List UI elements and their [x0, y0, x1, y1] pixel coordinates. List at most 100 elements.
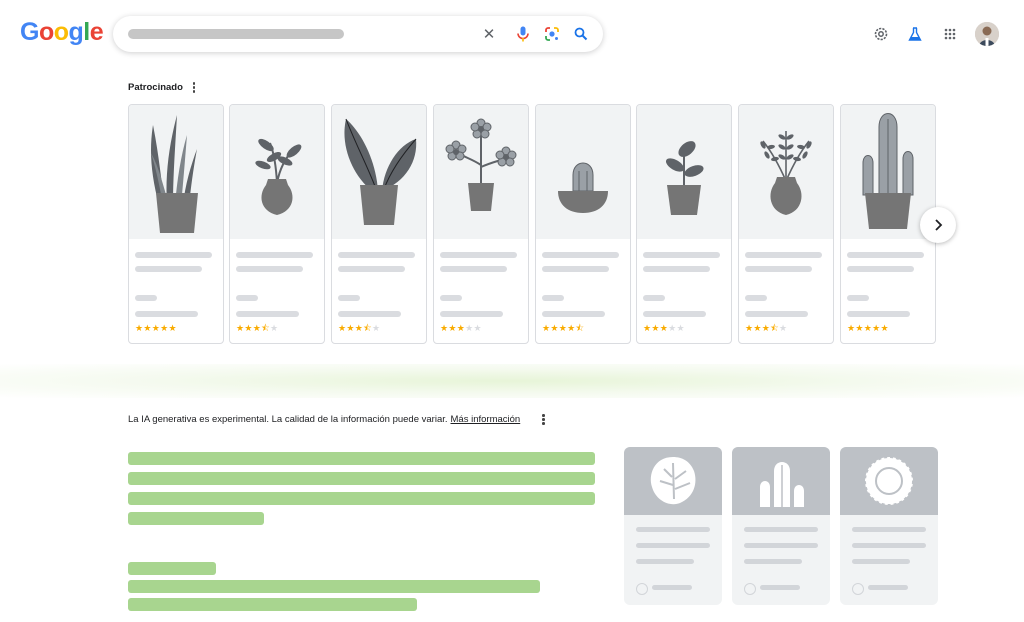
ai-source-card[interactable]	[840, 447, 938, 605]
microphone-icon[interactable]	[513, 24, 533, 44]
star-icon: ★	[371, 323, 381, 333]
star-icon: ★★★★★	[847, 323, 889, 333]
succulent-icon	[637, 105, 731, 239]
skeleton-line	[440, 311, 503, 317]
skeleton-line	[847, 295, 869, 301]
ai-text-line	[128, 472, 595, 485]
sponsored-label: Patrocinado	[128, 82, 183, 93]
skeleton-line	[440, 252, 517, 258]
skeleton-line	[868, 585, 908, 590]
star-rating: ★★★★★	[135, 323, 177, 333]
logo-letter: e	[89, 18, 104, 46]
skeleton-line	[744, 543, 818, 548]
source-favicon	[852, 583, 864, 595]
monstera-leaf-icon	[624, 447, 722, 515]
skeleton-line	[852, 543, 926, 548]
product-card[interactable]: ★★★⯪★	[738, 104, 834, 344]
ai-disclaimer: La IA generativa es experimental. La cal…	[128, 414, 547, 425]
skeleton-line	[745, 311, 808, 317]
search-icon[interactable]	[571, 24, 591, 44]
account-avatar[interactable]	[975, 22, 999, 46]
star-icon: ★★★★⯪	[542, 323, 585, 333]
skeleton-line	[542, 252, 619, 258]
skeleton-line	[236, 311, 299, 317]
product-card[interactable]: ★★★★★	[128, 104, 224, 344]
more-options-icon[interactable]	[191, 82, 198, 93]
skeleton-line	[744, 559, 802, 564]
product-card[interactable]: ★★★★★	[636, 104, 732, 344]
ai-source-card[interactable]	[732, 447, 830, 605]
star-rating: ★★★★⯪	[542, 323, 584, 333]
skeleton-line	[745, 295, 767, 301]
star-icon: ★★	[668, 323, 685, 333]
skeleton-line	[542, 311, 605, 317]
product-card[interactable]: ★★★★★	[433, 104, 529, 344]
star-icon: ★★★	[643, 323, 669, 333]
more-options-icon[interactable]	[540, 414, 547, 425]
labs-flask-icon[interactable]	[905, 24, 925, 44]
skeleton-line	[760, 585, 800, 590]
clear-icon[interactable]: ✕	[479, 24, 499, 44]
skeleton-line	[338, 295, 360, 301]
skeleton-line	[745, 252, 822, 258]
fern-icon	[739, 105, 833, 239]
logo-letter: o	[53, 18, 69, 46]
skeleton-line	[847, 252, 924, 258]
skeleton-line	[643, 311, 706, 317]
ai-text-line	[128, 580, 540, 593]
skeleton-line	[744, 527, 818, 532]
skeleton-line	[542, 266, 609, 272]
more-info-link[interactable]: Más información	[451, 414, 521, 425]
skeleton-line	[636, 527, 710, 532]
cactus-bowl-icon	[536, 105, 630, 239]
skeleton-line	[745, 266, 812, 272]
cactus-icon	[732, 447, 830, 515]
skeleton-line	[338, 266, 405, 272]
small-leaf-plant-icon	[230, 105, 324, 239]
skeleton-line	[135, 266, 202, 272]
star-rating: ★★★★★	[643, 323, 685, 333]
skeleton-line	[236, 295, 258, 301]
skeleton-line	[135, 311, 198, 317]
large-leaf-plant-icon	[332, 105, 426, 239]
product-card[interactable]: ★★★★⯪	[535, 104, 631, 344]
skeleton-line	[643, 266, 710, 272]
skeleton-line	[643, 295, 665, 301]
snake-plant-icon	[129, 105, 223, 239]
skeleton-line	[852, 559, 910, 564]
ai-overview-glow	[0, 364, 1024, 398]
ai-text-line	[128, 492, 595, 505]
skeleton-line	[847, 266, 914, 272]
google-logo[interactable]: Google	[20, 18, 104, 47]
star-rating: ★★★⯪★	[745, 323, 787, 333]
star-icon: ★	[269, 323, 279, 333]
logo-letter: o	[38, 18, 54, 46]
ai-source-card[interactable]	[624, 447, 722, 605]
star-icon: ★★	[465, 323, 482, 333]
source-favicon	[744, 583, 756, 595]
skeleton-line	[236, 252, 313, 258]
ai-text-line	[128, 452, 595, 465]
skeleton-line	[847, 311, 910, 317]
logo-letter: g	[68, 18, 84, 46]
skeleton-line	[440, 266, 507, 272]
chevron-right-icon	[935, 219, 943, 231]
search-bar[interactable]: ✕	[113, 16, 603, 52]
source-favicon	[636, 583, 648, 595]
product-card[interactable]: ★★★⯪★	[229, 104, 325, 344]
star-icon: ★★★⯪	[338, 323, 372, 333]
star-rating: ★★★★★	[847, 323, 889, 333]
google-lens-icon[interactable]	[542, 24, 562, 44]
skeleton-line	[542, 295, 564, 301]
skeleton-line	[440, 295, 462, 301]
search-query-placeholder[interactable]	[128, 29, 344, 39]
settings-icon[interactable]	[871, 24, 891, 44]
star-icon: ★★★⯪	[745, 323, 779, 333]
ai-disclaimer-text: La IA generativa es experimental. La cal…	[128, 414, 448, 425]
carousel-next-button[interactable]	[920, 207, 956, 243]
product-card[interactable]: ★★★⯪★	[331, 104, 427, 344]
skeleton-line	[135, 252, 212, 258]
skeleton-line	[636, 559, 694, 564]
skeleton-line	[338, 252, 415, 258]
apps-grid-icon[interactable]	[940, 24, 960, 44]
